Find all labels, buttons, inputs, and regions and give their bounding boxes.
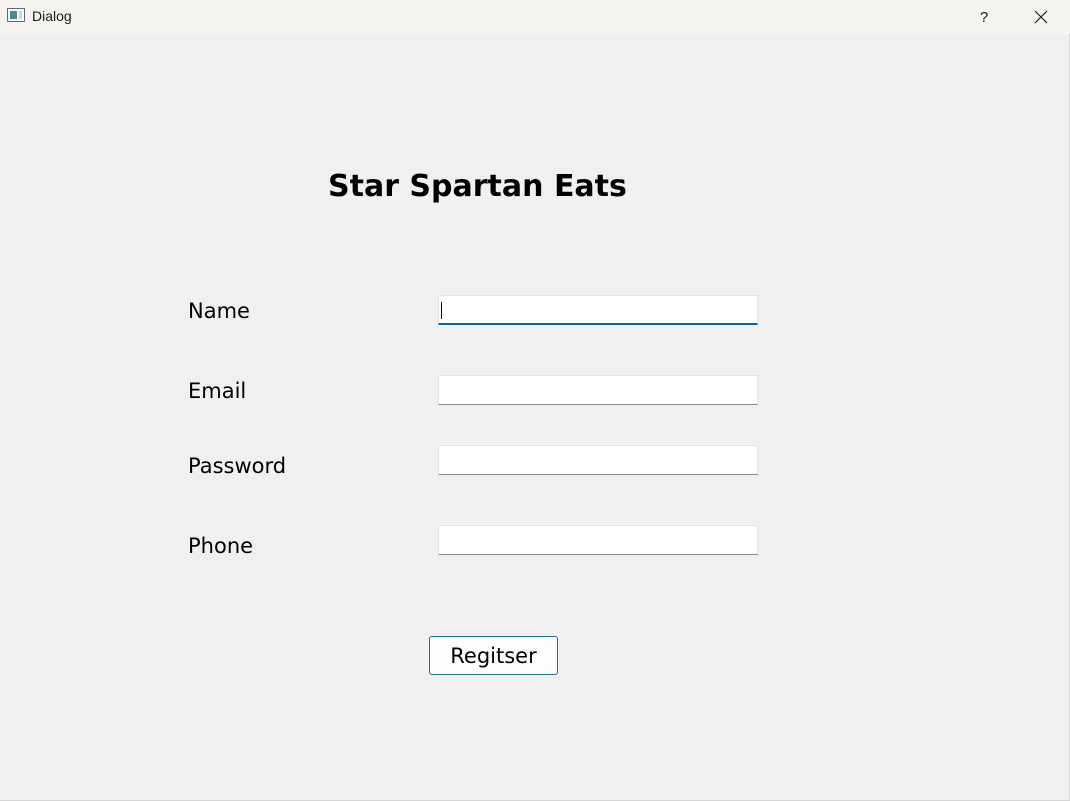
dialog-window: Dialog ? Star Spartan Eats Name Email Pa… <box>0 0 1070 801</box>
name-label: Name <box>188 299 250 323</box>
email-label: Email <box>188 379 247 403</box>
help-button[interactable]: ? <box>962 0 1006 34</box>
title-bar[interactable]: Dialog ? <box>0 0 1070 34</box>
phone-label: Phone <box>188 534 254 558</box>
window-title: Dialog <box>32 8 72 24</box>
close-button[interactable] <box>1018 0 1064 34</box>
phone-field[interactable] <box>438 525 758 555</box>
email-field[interactable] <box>438 375 758 405</box>
register-button[interactable]: Regitser <box>429 636 558 675</box>
password-label: Password <box>188 454 287 478</box>
text-caret <box>441 302 442 319</box>
app-heading: Star Spartan Eats <box>328 169 627 204</box>
close-icon <box>1034 10 1048 24</box>
window-icon <box>7 8 25 22</box>
name-field[interactable] <box>438 295 758 325</box>
password-field[interactable] <box>438 445 758 475</box>
